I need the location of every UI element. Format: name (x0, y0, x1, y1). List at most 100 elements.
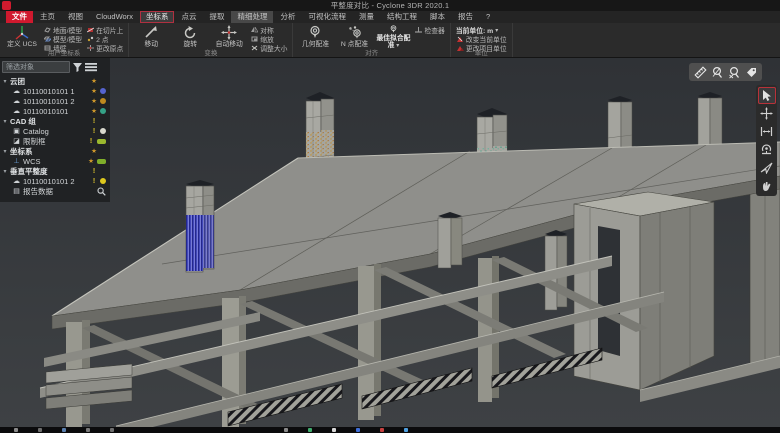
tree-item-catalog[interactable]: ▣ Catalog ! (2, 126, 108, 136)
visible-star-icon[interactable]: ★ (90, 97, 98, 105)
taskbar-icon[interactable] (356, 428, 360, 432)
tree-item-flatness-cloud[interactable]: ☁ 10110010101 2 ! (2, 176, 108, 186)
tab-extract[interactable]: 提取 (203, 11, 230, 23)
stacked-beams (46, 364, 132, 409)
tab-report[interactable]: 报告 (452, 11, 479, 23)
model-model-item[interactable]: 模型/模型 (44, 35, 82, 43)
change-current-unit-item[interactable]: 改变当前单位 (456, 35, 507, 43)
inspector-item[interactable]: 检查器 (415, 26, 444, 34)
tab-view[interactable]: 视图 (62, 11, 89, 23)
tab-home[interactable]: 主页 (34, 11, 61, 23)
select-cursor-icon[interactable] (758, 87, 776, 104)
taskbar-icon[interactable] (380, 428, 384, 432)
fit-view-icon[interactable] (758, 123, 776, 140)
tree-item-report-data[interactable]: ▤ 报告数据 (2, 186, 108, 196)
tree-item-limit-box[interactable]: ◪ 限制框 ! (2, 136, 108, 146)
tab-analysis[interactable]: 分析 (274, 11, 301, 23)
limit-box-icon: ◪ (12, 137, 21, 145)
rotate-button[interactable]: 旋转 (173, 25, 207, 49)
tree-group-flatness[interactable]: ▾ 垂直平整度 ! (2, 166, 108, 176)
ribbon: 定义 UCS 地面/模型 模型/模型 墙壁 在切片上 2 点 (0, 23, 780, 58)
tree-item-cloud-2[interactable]: ☁ 10110010101 2 ★ (2, 96, 108, 106)
translate-arrow-icon (143, 25, 159, 40)
label-tag-icon[interactable] (744, 65, 758, 79)
tab-cloudworx[interactable]: CloudWorx (90, 11, 139, 23)
ribbon-group-ucs: 定义 UCS 地面/模型 模型/模型 墙壁 在切片上 2 点 (0, 23, 129, 57)
visible-star-icon[interactable]: ★ (90, 77, 98, 85)
taskbar-icon[interactable] (38, 428, 42, 432)
fly-navigate-icon[interactable] (758, 159, 776, 176)
translate-button[interactable]: 移动 (134, 25, 168, 49)
tree-group-ucs[interactable]: ▾ 坐标系 ★ (2, 146, 108, 156)
tree-item-cloud-3[interactable]: ☁ 10110010101 ★ (2, 106, 108, 116)
cloud-icon: ☁ (12, 107, 21, 115)
tree-item-wcs[interactable]: ⊥ WCS ★ (2, 156, 108, 166)
panel-menu-icon[interactable] (85, 62, 97, 72)
ground-model-item[interactable]: 地面/模型 (44, 26, 82, 34)
status-exclamation-icon[interactable]: ! (90, 168, 98, 175)
group-label: 对齐 (293, 47, 449, 57)
tree-group-clouds[interactable]: ▾ 云团 ★ (2, 76, 108, 86)
visible-star-icon[interactable]: ★ (87, 157, 95, 165)
pan-move-icon[interactable] (758, 105, 776, 122)
two-points-icon (87, 36, 94, 42)
visible-star-icon[interactable]: ★ (90, 147, 98, 155)
pin-x-icon[interactable] (727, 65, 741, 79)
auto-move-button[interactable]: 自动移动 (212, 25, 246, 49)
scale-item[interactable]: 缩放 (251, 35, 287, 43)
visible-star-icon[interactable]: ★ (90, 107, 98, 115)
tab-help[interactable]: ? (480, 11, 496, 23)
on-slice-item[interactable]: 在切片上 (87, 26, 123, 34)
expander-icon[interactable]: ▾ (2, 168, 8, 175)
tab-ucs[interactable]: 坐标系 (140, 11, 175, 23)
taskbar-icon[interactable] (14, 428, 18, 432)
ribbon-tabs: 文件 主页 视图 CloudWorx 坐标系 点云 提取 精细处理 分析 可视化… (0, 11, 780, 23)
filter-objects-input[interactable]: 筛选对象 (2, 61, 70, 73)
current-unit-selector[interactable]: 当前单位: m▾ (456, 26, 507, 34)
mirror-item[interactable]: 对称 (251, 26, 287, 34)
tab-clouds[interactable]: 点云 (175, 11, 202, 23)
taskbar-icon[interactable] (308, 428, 312, 432)
filter-funnel-icon[interactable] (72, 62, 83, 73)
magnifier-icon[interactable] (97, 187, 106, 196)
tab-survey[interactable]: 测量 (353, 11, 380, 23)
best-fit-registration-button[interactable]: 最佳拟合配准 ▾ (376, 25, 410, 49)
app-icon[interactable] (2, 1, 11, 10)
two-points-item[interactable]: 2 点 (87, 35, 123, 43)
tab-visual-workflow[interactable]: 可视化流程 (302, 11, 352, 23)
tab-fine-processing[interactable]: 精细处理 (231, 11, 273, 23)
define-ucs-button[interactable]: 定义 UCS (5, 25, 39, 49)
taskbar-icon[interactable] (62, 428, 66, 432)
scale-icon (251, 36, 258, 42)
taskbar-icon[interactable] (284, 428, 288, 432)
visible-star-icon[interactable]: ★ (90, 87, 98, 95)
taskbar-icon[interactable] (86, 428, 90, 432)
orbit-camera-icon[interactable] (758, 141, 776, 158)
viewport-3d[interactable] (0, 58, 780, 427)
status-exclamation-icon[interactable]: ! (90, 118, 98, 125)
tab-construction[interactable]: 结构工程 (381, 11, 423, 23)
status-exclamation-icon[interactable]: ! (90, 128, 98, 135)
expander-icon[interactable]: ▾ (2, 78, 8, 85)
pin-slash-icon[interactable] (710, 65, 724, 79)
expander-icon[interactable]: ▾ (2, 118, 8, 125)
windows-taskbar[interactable] (0, 427, 780, 433)
ribbon-group-align: 几何配准 N 点配准 最佳拟合配准 ▾ 检查器 (293, 23, 450, 57)
tab-script[interactable]: 脚本 (424, 11, 451, 23)
taskbar-icon[interactable] (332, 428, 336, 432)
main-area: 筛选对象 ▾ 云团 ★ ☁ 10110010101 1 ★ ☁ 10110010… (0, 58, 780, 427)
geometric-registration-button[interactable]: 几何配准 (298, 25, 332, 49)
status-exclamation-icon[interactable]: ! (90, 178, 98, 185)
status-exclamation-icon[interactable]: ! (87, 138, 95, 145)
expander-icon[interactable]: ▾ (2, 148, 8, 155)
taskbar-icon[interactable] (110, 428, 114, 432)
tree-item-cloud-1[interactable]: ☁ 10110010101 1 ★ (2, 86, 108, 96)
tab-file[interactable]: 文件 (6, 11, 33, 23)
hand-tool-icon[interactable] (758, 177, 776, 194)
taskbar-icon[interactable] (404, 428, 408, 432)
axis-icon: ⊥ (12, 157, 21, 165)
n-point-registration-button[interactable]: N 点配准 (337, 25, 371, 49)
tree-group-cad[interactable]: ▾ CAD 组 ! (2, 116, 108, 126)
change-unit-icon (456, 36, 464, 43)
ruler-icon[interactable] (693, 65, 707, 79)
